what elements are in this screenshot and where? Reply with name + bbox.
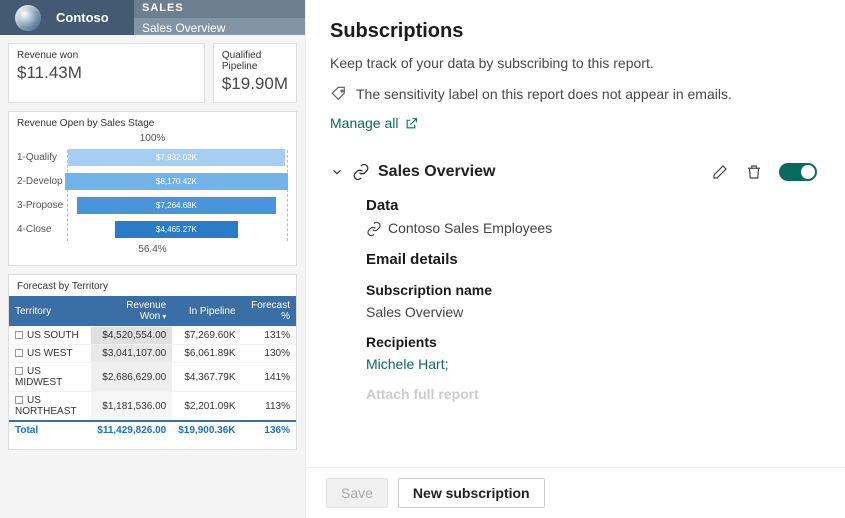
- tag-icon: [330, 85, 348, 103]
- funnel-bar: $8,170.42K: [65, 173, 288, 190]
- funnel-stage-label: 4-Close: [17, 224, 65, 235]
- funnel-bar: $4,465.27K: [115, 221, 238, 238]
- enable-toggle[interactable]: [779, 163, 817, 181]
- table-row[interactable]: US NORTHEAST$1,181,536.00$2,201.09K113%: [9, 392, 296, 422]
- sensitivity-notice: The sensitivity label on this report doe…: [330, 85, 817, 103]
- kpi-value: $19.90M: [222, 74, 288, 94]
- link-icon: [352, 163, 370, 181]
- funnel-row: 1-Qualify$7,932.02K: [17, 146, 288, 168]
- subscription-details: Data Contoso Sales Employees Email detai…: [366, 197, 817, 402]
- table-row[interactable]: US WEST$3,041,107.00$6,061.89K130%: [9, 345, 296, 363]
- dashboard-area: Contoso SALES Sales Overview Revenue won…: [0, 0, 305, 518]
- brand-logo: [0, 0, 56, 35]
- kpi-revenue-won: Revenue won $11.43M: [8, 43, 205, 103]
- recipient-chip[interactable]: Michele Hart;: [366, 356, 817, 372]
- chart-title: Revenue Open by Sales Stage: [17, 118, 288, 129]
- link-icon: [366, 221, 382, 237]
- panel-subtitle: Keep track of your data by subscribing t…: [330, 55, 817, 71]
- attach-label: Attach full report: [366, 386, 817, 402]
- kpi-pipeline: Qualified Pipeline $19.90M: [213, 43, 297, 103]
- funnel-row: 2-Develop$8,170.42K: [17, 170, 288, 192]
- topbar: Contoso SALES Sales Overview: [0, 0, 305, 35]
- subscription-header[interactable]: Sales Overview: [330, 163, 817, 181]
- subscription-name: Sales Overview: [378, 163, 495, 181]
- table-title: Forecast by Territory: [9, 281, 296, 292]
- section-label: SALES: [134, 0, 305, 18]
- delete-icon[interactable]: [745, 163, 763, 181]
- subscription-item: Sales Overview Data Contoso Sales Employ…: [330, 163, 817, 402]
- col-revenue-won[interactable]: Revenue Won: [91, 296, 172, 327]
- recipients-label: Recipients: [366, 334, 817, 350]
- manage-all-link[interactable]: Manage all: [330, 115, 418, 131]
- table-row[interactable]: US SOUTH$4,520,554.00$7,269.60K131%: [9, 327, 296, 345]
- data-heading: Data: [366, 197, 817, 214]
- funnel-stage-label: 3-Propose: [17, 200, 65, 211]
- subscription-name-label: Subscription name: [366, 282, 817, 298]
- panel-title: Subscriptions: [330, 20, 817, 43]
- funnel-row: 4-Close $4,465.27K: [17, 218, 288, 240]
- kpi-label: Revenue won: [17, 50, 196, 61]
- table-total-row: Total$11,429,826.00$19,900.36K136%: [9, 421, 296, 439]
- chevron-down-icon[interactable]: [330, 165, 344, 179]
- funnel-stage-label: 2-Develop: [17, 176, 65, 187]
- page-tabs: SALES Sales Overview: [134, 0, 305, 35]
- chart-top-pct: 100%: [17, 133, 288, 144]
- funnel-stage-label: 1-Qualify: [17, 152, 65, 163]
- manage-all-label: Manage all: [330, 115, 399, 131]
- territory-table: Territory Revenue Won In Pipeline Foreca…: [9, 296, 296, 439]
- new-subscription-button[interactable]: New subscription: [398, 478, 545, 508]
- chart-bottom-pct: 56.4%: [17, 244, 288, 255]
- kpi-value: $11.43M: [17, 63, 196, 83]
- sensitivity-text: The sensitivity label on this report doe…: [356, 86, 732, 102]
- subscriptions-panel: Subscriptions Keep track of your data by…: [305, 0, 845, 518]
- page-label[interactable]: Sales Overview: [134, 18, 305, 35]
- panel-footer: Save New subscription: [306, 467, 845, 518]
- funnel-chart: Revenue Open by Sales Stage 100% 1-Quali…: [8, 111, 297, 266]
- email-heading: Email details: [366, 251, 817, 268]
- save-button: Save: [326, 478, 388, 508]
- col-forecast[interactable]: Forecast %: [242, 296, 296, 327]
- table-row[interactable]: US MIDWEST$2,686,629.00$4,367.79K141%: [9, 363, 296, 392]
- open-icon: [405, 117, 418, 130]
- edit-icon[interactable]: [711, 163, 729, 181]
- col-pipeline[interactable]: In Pipeline: [172, 296, 241, 327]
- dataset-name: Contoso Sales Employees: [388, 220, 552, 236]
- col-territory[interactable]: Territory: [9, 296, 91, 327]
- kpi-row: Revenue won $11.43M Qualified Pipeline $…: [0, 35, 305, 111]
- funnel-bar: $7,932.02K: [68, 149, 284, 166]
- data-value: Contoso Sales Employees: [366, 220, 817, 237]
- funnel-row: 3-Propose $7,264.68K: [17, 194, 288, 216]
- subscription-name-value: Sales Overview: [366, 304, 817, 320]
- forecast-table: Forecast by Territory Territory Revenue …: [8, 274, 297, 450]
- funnel-bar: $7,264.68K: [77, 197, 275, 214]
- brand-name: Contoso: [56, 0, 134, 35]
- kpi-label: Qualified Pipeline: [222, 50, 288, 72]
